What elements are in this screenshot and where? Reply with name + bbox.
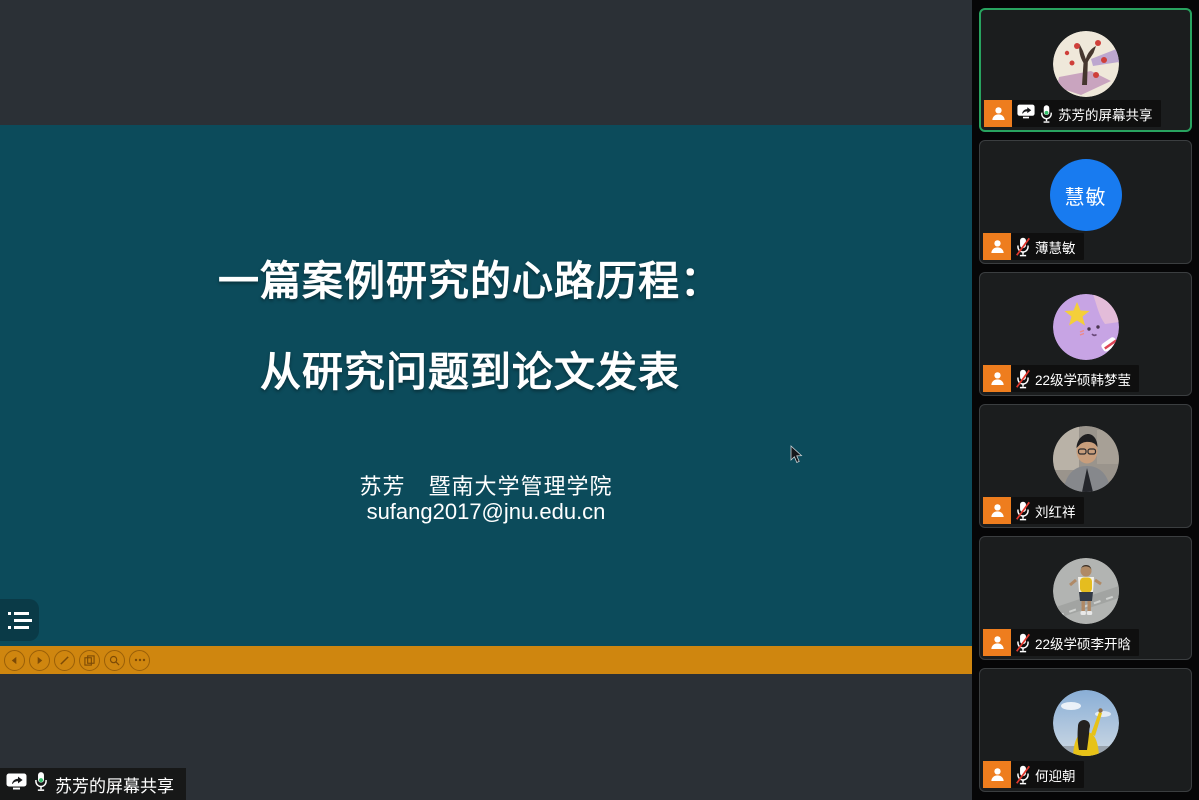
participant-tile[interactable]: 22级学硕韩梦莹 <box>979 272 1192 396</box>
participant-name: 22级学硕韩梦莹 <box>1035 369 1131 389</box>
participant-name-badge: 何迎朝 <box>1011 761 1084 788</box>
host-badge <box>983 233 1011 260</box>
mic-on-icon <box>34 771 48 797</box>
slide-title-line2: 从研究问题到论文发表 <box>0 338 940 398</box>
screen-share-icon <box>1017 104 1035 124</box>
host-person-icon <box>989 370 1006 387</box>
presenter-share-label: 苏芳的屏幕共享 <box>55 772 174 797</box>
next-arrow-icon[interactable] <box>29 650 50 671</box>
host-badge <box>983 497 1011 524</box>
magnifier-icon[interactable] <box>104 650 125 671</box>
mic-muted-icon <box>1016 501 1030 521</box>
participant-name-badge: 薄慧敏 <box>1011 233 1084 260</box>
mic-muted-icon <box>1016 633 1030 653</box>
presenter-share-banner: 苏芳的屏幕共享 <box>0 768 186 800</box>
participant-tile[interactable]: 慧敏 薄慧敏 <box>979 140 1192 264</box>
child-road-avatar <box>1053 558 1119 624</box>
participant-name: 刘红祥 <box>1035 501 1076 521</box>
host-person-icon <box>990 105 1007 122</box>
yellow-jacket-sky-avatar <box>1053 690 1119 756</box>
pen-icon[interactable] <box>54 650 75 671</box>
participant-tile[interactable]: 22级学硕李开晗 <box>979 536 1192 660</box>
participant-name-badge: 苏芳的屏幕共享 <box>1012 100 1161 127</box>
mic-on-icon <box>1040 104 1053 124</box>
participant-name: 何迎朝 <box>1035 765 1076 785</box>
host-badge <box>983 629 1011 656</box>
mic-muted-icon <box>1016 369 1030 389</box>
mouse-cursor <box>790 445 804 470</box>
host-badge <box>984 100 1012 127</box>
participant-badge-row: 刘红祥 <box>983 497 1084 524</box>
man-portrait-avatar <box>1053 426 1119 492</box>
participant-badge-row: 何迎朝 <box>983 761 1084 788</box>
outline-list-icon <box>8 612 32 629</box>
more-icon[interactable] <box>129 650 150 671</box>
mic-muted-icon <box>1016 765 1030 785</box>
host-person-icon <box>989 502 1006 519</box>
participant-badge-row: 薄慧敏 <box>983 233 1084 260</box>
screen-share-icon <box>6 773 27 795</box>
slide-author: 苏芳 暨南大学管理学院 <box>0 469 972 501</box>
participant-name: 薄慧敏 <box>1035 237 1076 257</box>
screen-share-stage: 一篇案例研究的心路历程： 从研究问题到论文发表 苏芳 暨南大学管理学院 sufa… <box>0 0 972 800</box>
purple-cartoon-avatar <box>1053 294 1119 360</box>
meeting-window: 一篇案例研究的心路历程： 从研究问题到论文发表 苏芳 暨南大学管理学院 sufa… <box>0 0 1199 800</box>
host-person-icon <box>989 238 1006 255</box>
host-badge <box>983 365 1011 392</box>
participant-name-badge: 22级学硕李开晗 <box>1011 629 1139 656</box>
host-badge <box>983 761 1011 788</box>
outline-panel-button[interactable] <box>0 599 39 641</box>
participant-name: 22级学硕李开晗 <box>1035 633 1131 653</box>
host-person-icon <box>989 634 1006 651</box>
prev-arrow-icon[interactable] <box>4 650 25 671</box>
participant-badge-row: 22级学硕李开晗 <box>983 629 1139 656</box>
host-person-icon <box>989 766 1006 783</box>
participant-badge-row: 苏芳的屏幕共享 <box>984 100 1161 127</box>
slide-email: sufang2017@jnu.edu.cn <box>0 499 972 525</box>
initials-avatar: 慧敏 <box>1050 159 1122 231</box>
tree-painting-avatar <box>1053 31 1119 97</box>
participants-sidebar[interactable]: 苏芳的屏幕共享 慧敏 薄慧敏 <box>972 0 1199 800</box>
participant-tile[interactable]: 苏芳的屏幕共享 <box>979 8 1192 132</box>
annotation-toolbar <box>0 646 972 674</box>
mic-muted-icon <box>1016 237 1030 257</box>
presentation-slide: 一篇案例研究的心路历程： 从研究问题到论文发表 苏芳 暨南大学管理学院 sufa… <box>0 125 972 646</box>
participant-name-badge: 刘红祥 <box>1011 497 1084 524</box>
participant-tile[interactable]: 刘红祥 <box>979 404 1192 528</box>
participant-name-badge: 22级学硕韩梦莹 <box>1011 365 1139 392</box>
participant-name: 苏芳的屏幕共享 <box>1058 104 1153 124</box>
slide-title-line1: 一篇案例研究的心路历程： <box>0 247 940 307</box>
participant-tile[interactable]: 何迎朝 <box>979 668 1192 792</box>
pages-icon[interactable] <box>79 650 100 671</box>
participant-badge-row: 22级学硕韩梦莹 <box>983 365 1139 392</box>
